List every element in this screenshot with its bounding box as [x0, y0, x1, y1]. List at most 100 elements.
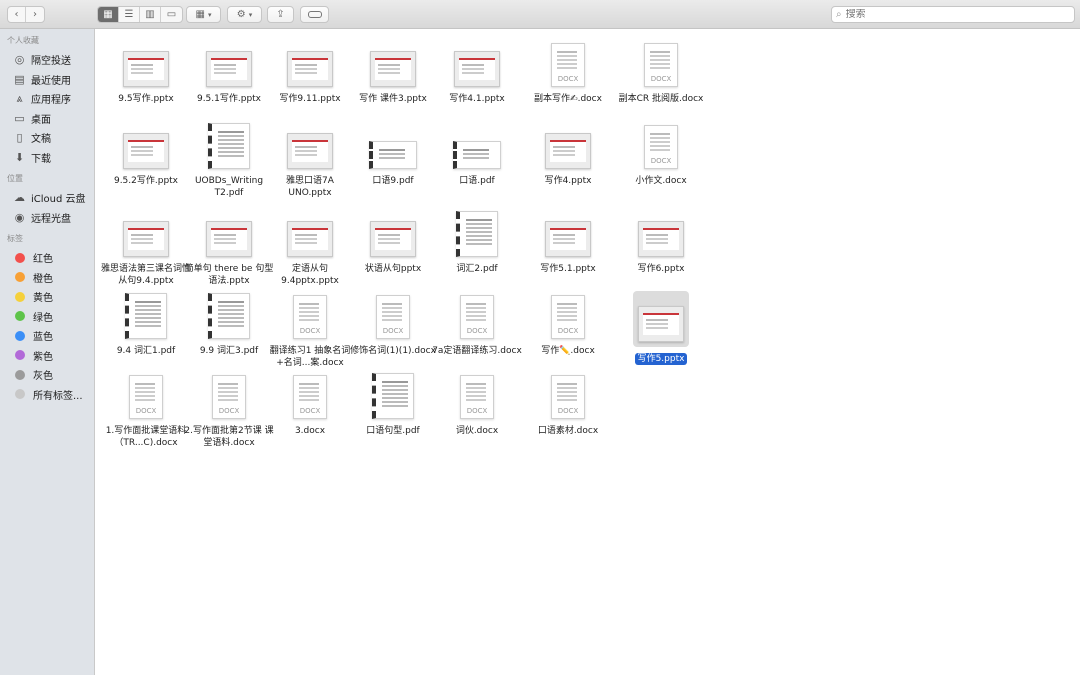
sidebar-item[interactable]: 橙色 — [0, 268, 94, 288]
file-item[interactable]: 定语从句9.4pptx.pptx — [265, 209, 355, 287]
file-name-label: 定语从句9.4pptx.pptx — [281, 264, 339, 286]
search-input[interactable] — [845, 9, 1046, 20]
file-item[interactable]: 写作6.pptx — [616, 209, 706, 275]
group-by-button[interactable]: ▦ ▾ — [186, 6, 221, 23]
pptx-file-icon — [123, 221, 169, 257]
tag-color-dot — [15, 291, 25, 302]
file-item[interactable]: DOCX 翻译练习1 抽象名词+名词...案.docx — [265, 291, 355, 369]
file-name-label: 翻译练习1 抽象名词+名词...案.docx — [269, 346, 351, 368]
sidebar-section-locations: 位置 — [7, 174, 23, 183]
column-view-button[interactable]: ▥ — [140, 7, 161, 22]
file-item[interactable]: 写作9.11.pptx — [265, 39, 355, 105]
file-item[interactable]: 写作5.1.pptx — [523, 209, 613, 275]
file-name-label: 9.5写作.pptx — [118, 94, 174, 104]
pdf-file-icon — [372, 373, 414, 419]
file-item[interactable]: DOCX 副本CR 批阅版.docx — [616, 39, 706, 105]
file-item[interactable]: 写作4.pptx — [523, 121, 613, 187]
file-grid: 9.5写作.pptx 9.5.1写作.pptx 写作9.11.pptx 写作 课件3.… — [96, 29, 1080, 675]
file-thumbnail: DOCX — [616, 39, 706, 87]
file-item[interactable]: 写作5.pptx — [616, 291, 706, 365]
file-item[interactable]: DOCX 7a定语翻译练习.docx — [432, 291, 522, 357]
file-item[interactable]: DOCX 3.docx — [265, 371, 355, 437]
tags-button[interactable] — [300, 6, 329, 23]
sidebar-item[interactable]: ⬇ 下载 — [0, 148, 94, 168]
file-item[interactable]: 状语从句pptx — [348, 209, 438, 275]
pptx-file-icon — [370, 221, 416, 257]
file-item[interactable]: DOCX 副本写作✍.docx — [523, 39, 613, 105]
file-item[interactable]: 雅思口语7A UNO.pptx — [265, 121, 355, 199]
file-name-label: UOBDs_Writing T2.pdf — [194, 176, 264, 198]
sidebar-item[interactable]: ▭ 桌面 — [0, 109, 94, 129]
file-item[interactable]: 口语9.pdf — [348, 121, 438, 187]
file-thumbnail — [184, 39, 274, 87]
gallery-view-button[interactable]: ▭ — [161, 7, 182, 22]
file-item[interactable]: DOCX 1.写作面批课堂语料（TR...C).docx — [101, 371, 191, 449]
sidebar-item[interactable]: 黄色 — [0, 287, 94, 307]
forward-button[interactable]: › — [26, 7, 44, 22]
sidebar-item[interactable]: 绿色 — [0, 307, 94, 327]
docx-file-icon: DOCX — [460, 375, 494, 419]
chevron-down-icon: ▾ — [207, 10, 212, 19]
file-name-label: 写作5.1.pptx — [540, 264, 596, 274]
file-name-label: 写作5.pptx — [634, 353, 688, 365]
sidebar-item[interactable]: ◎ 隔空投送 — [0, 50, 94, 70]
sidebar-item[interactable]: ▤ 最近使用 — [0, 70, 94, 90]
file-thumbnail — [101, 291, 191, 339]
file-thumbnail: DOCX — [432, 371, 522, 419]
sidebar-item[interactable]: ⩓ 应用程序 — [0, 89, 94, 109]
file-item[interactable]: DOCX 修饰名词(1)(1).docx — [348, 291, 438, 357]
list-view-button[interactable]: ☰ — [119, 7, 140, 22]
file-item[interactable]: DOCX 写作✏️.docx — [523, 291, 613, 357]
file-item[interactable]: DOCX 口语素材.docx — [523, 371, 613, 437]
back-button[interactable]: ‹ — [8, 7, 26, 22]
file-item[interactable]: 词汇2.pdf — [432, 209, 522, 275]
sidebar-item[interactable]: 蓝色 — [0, 326, 94, 346]
file-thumbnail — [432, 209, 522, 257]
file-thumbnail — [523, 209, 613, 257]
file-item[interactable]: 写作 课件3.pptx — [348, 39, 438, 105]
action-button[interactable]: ⚙ ▾ — [227, 6, 262, 23]
file-name-label: 9.9 词汇3.pdf — [199, 346, 259, 356]
sidebar-item-label: 应用程序 — [31, 95, 71, 107]
sidebar-item-label: 下载 — [31, 153, 51, 165]
file-item[interactable]: 9.5写作.pptx — [101, 39, 191, 105]
file-item[interactable]: UOBDs_Writing T2.pdf — [184, 121, 274, 199]
sidebar-item[interactable]: 灰色 — [0, 365, 94, 385]
file-item[interactable]: 简单句 there be 句型 语法.pptx — [184, 209, 274, 287]
file-item[interactable]: DOCX 小作文.docx — [616, 121, 706, 187]
sidebar-item-label: 紫色 — [33, 351, 53, 363]
sidebar-item[interactable]: ☁ iCloud 云盘 — [0, 188, 94, 208]
sidebar-item[interactable]: 紫色 — [0, 346, 94, 366]
sidebar-item[interactable]: 所有标签... — [0, 385, 94, 405]
file-item[interactable]: 9.5.2写作.pptx — [101, 121, 191, 187]
tag-color-dot — [15, 252, 25, 263]
file-type-tag: DOCX — [299, 407, 321, 415]
file-item[interactable]: DOCX 词伙.docx — [432, 371, 522, 437]
file-item[interactable]: 9.4 词汇1.pdf — [101, 291, 191, 357]
icon-view-button[interactable]: ▦ — [98, 7, 119, 22]
file-name-label: 写作4.pptx — [544, 176, 592, 186]
sidebar-item[interactable]: ◉ 远程光盘 — [0, 208, 94, 228]
grid-icon: ▦ — [103, 9, 113, 20]
tag-color-dot — [15, 311, 25, 322]
file-item[interactable]: 写作4.1.pptx — [432, 39, 522, 105]
sidebar-item[interactable]: ▯ 文稿 — [0, 128, 94, 148]
share-button[interactable]: ⇪ — [267, 6, 294, 23]
sidebar-item-label: 所有标签... — [33, 390, 83, 402]
file-item[interactable]: 雅思语法第三课名词性从句9.4.pptx — [101, 209, 191, 287]
sidebar-item[interactable]: 红色 — [0, 248, 94, 268]
file-item[interactable]: 口语句型.pdf — [348, 371, 438, 437]
file-name-label: 副本写作✍.docx — [534, 94, 602, 104]
file-item[interactable]: 9.9 词汇3.pdf — [184, 291, 274, 357]
file-thumbnail: DOCX — [265, 291, 355, 339]
file-item[interactable]: DOCX 2.写作面批第2节课 课堂语料.docx — [184, 371, 274, 449]
view-mode-segmented-control: ▦ ☰ ▥ ▭ — [97, 6, 183, 23]
file-item[interactable]: 9.5.1写作.pptx — [184, 39, 274, 105]
search-field[interactable]: ⌕ — [831, 6, 1075, 23]
pdf-file-icon — [456, 211, 498, 257]
file-thumbnail: DOCX — [523, 371, 613, 419]
file-item[interactable]: 口语.pdf — [432, 121, 522, 187]
file-name-label: 口语素材.docx — [537, 426, 599, 436]
pdf-file-icon — [369, 141, 417, 169]
file-type-tag: DOCX — [557, 75, 579, 83]
